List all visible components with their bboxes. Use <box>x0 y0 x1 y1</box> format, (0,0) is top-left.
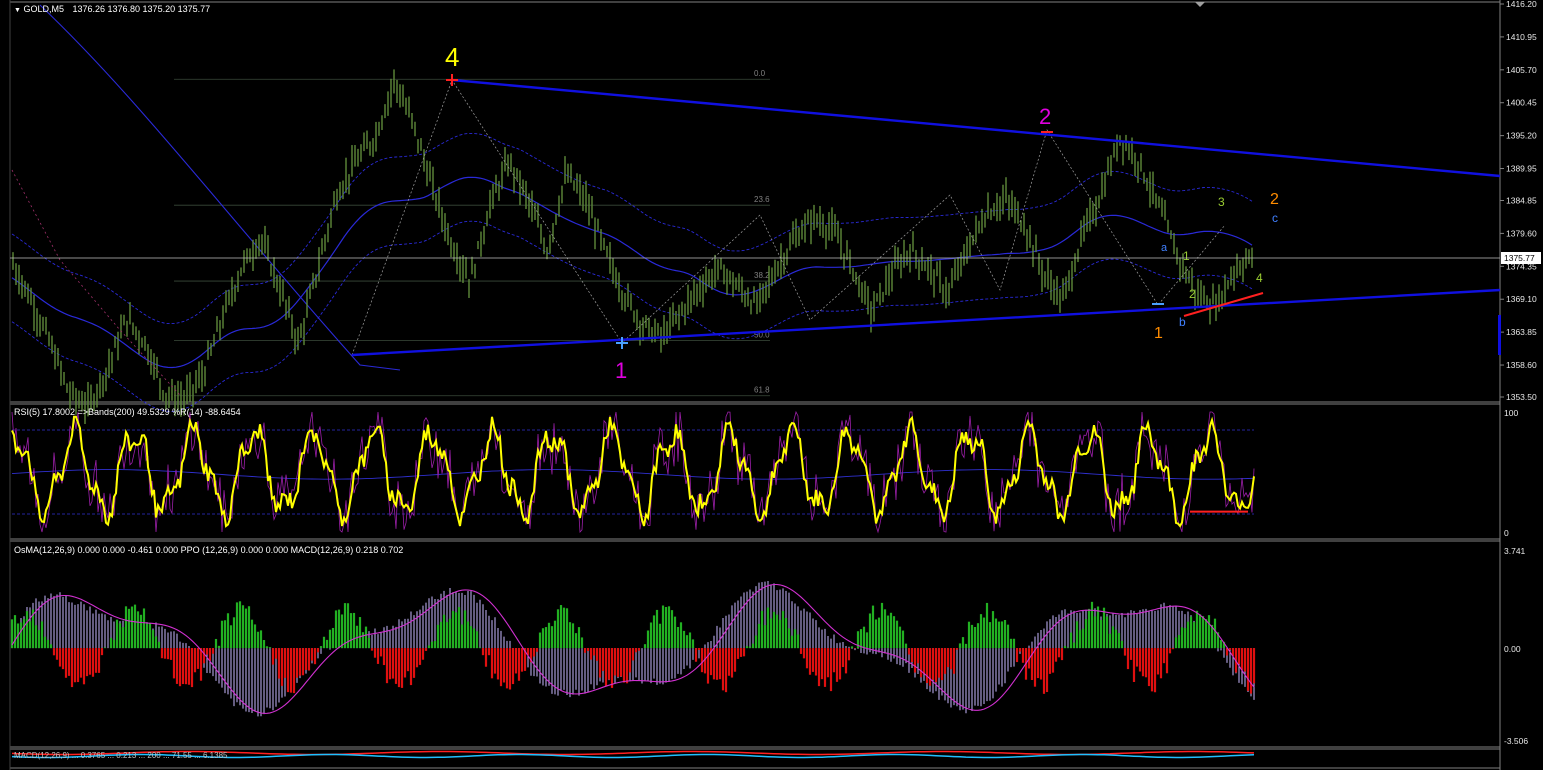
osma-tick-label: 0.00 <box>1504 644 1521 654</box>
wave-labels: 4 1 2 a b c 1 2 1 2 3 4 <box>445 42 1279 383</box>
wave-label: c <box>1272 211 1278 225</box>
rsi-panel: 100 0 <box>11 408 1518 538</box>
price-tick-label: 1379.60 <box>1506 228 1537 238</box>
price-tick-label: 1353.50 <box>1506 392 1537 402</box>
wave-label: 2 <box>1270 191 1279 208</box>
price-tick-label: 1369.10 <box>1506 294 1537 304</box>
wave-label: 4 <box>1256 271 1263 285</box>
rsi-caption: RSI(5) 17.8002 =>Bands(200) 49.5329 %R(1… <box>14 407 241 417</box>
rsi-line <box>11 415 1255 528</box>
fib-label: 38.2 <box>754 271 770 280</box>
osma-tick-label: 3.741 <box>1504 546 1526 556</box>
price-tick-label: 1395.20 <box>1506 131 1537 141</box>
trendlines <box>351 74 1501 357</box>
price-tick-label: 1389.95 <box>1506 164 1537 174</box>
fib-label: 61.8 <box>754 386 770 395</box>
price-tick-label: 1384.85 <box>1506 196 1537 206</box>
chart-canvas[interactable]: 0.023.638.250.061.8 412abc121234 1416.20… <box>0 0 1543 770</box>
fibonacci-levels: 0.023.638.250.061.8 <box>174 69 770 397</box>
wave-label: 1 <box>615 358 627 383</box>
rsi-tick-label: 100 <box>1504 408 1518 418</box>
price-axis: 1416.20 1410.95 1405.70 1400.45 1395.20 1389.… <box>1500 0 1537 402</box>
moving-average-envelope <box>11 4 1253 412</box>
right-scroll-marker[interactable] <box>1498 315 1501 355</box>
price-candles <box>12 69 1253 424</box>
wave-label: 4 <box>445 42 459 72</box>
lower-trendline <box>351 288 1501 357</box>
wave-label: 2 <box>1189 287 1196 301</box>
scroll-marker-top[interactable] <box>1195 2 1205 7</box>
wave-label: 2 <box>1039 104 1051 129</box>
ohlc-label: 1376.26 1376.80 1375.20 1375.77 <box>72 4 211 14</box>
osma-caption: OsMA(12,26,9) 0.000 0.000 -0.461 0.000 P… <box>14 545 404 555</box>
symbol-menu[interactable]: ▼ GOLD,M5 1376.26 1376.80 1375.20 1375.7… <box>14 4 210 14</box>
fib-label: 0.0 <box>754 69 766 78</box>
price-tick-label: 1400.45 <box>1506 98 1537 108</box>
symbol-label: GOLD,M5 <box>23 4 64 14</box>
wave-label: 1 <box>1183 249 1190 263</box>
price-tick-label: 1405.70 <box>1506 65 1537 75</box>
price-tick-label: 1363.85 <box>1506 327 1537 337</box>
rsi-panel-frame <box>9 403 1501 540</box>
dropdown-triangle-icon[interactable]: ▼ <box>14 7 21 14</box>
wave-label: 3 <box>1218 195 1225 209</box>
wave-label: 1 <box>1154 325 1163 342</box>
zigzag-path <box>11 169 181 396</box>
wave-label: a <box>1161 242 1168 254</box>
wave-label: b <box>1179 315 1186 329</box>
price-tick-label: 1416.20 <box>1506 0 1537 9</box>
osma-tick-label: -3.506 <box>1504 736 1528 746</box>
fib-label: 23.6 <box>754 195 770 204</box>
osma-panel: 3.741 0.00 -3.506 <box>10 546 1528 746</box>
upper-trendline <box>451 78 1501 178</box>
bottom-indicator-panel: MACD(12,26,9) ... 0.3765 ... 0.213 ... 2… <box>11 750 1255 760</box>
current-price-label: 1375.77 <box>1504 253 1535 263</box>
rsi-tick-label: 0 <box>1504 528 1509 538</box>
bottom-caption: MACD(12,26,9) ... 0.3765 ... 0.213 ... 2… <box>14 751 228 760</box>
price-tick-label: 1410.95 <box>1506 32 1537 42</box>
price-tick-label: 1358.60 <box>1506 360 1537 370</box>
